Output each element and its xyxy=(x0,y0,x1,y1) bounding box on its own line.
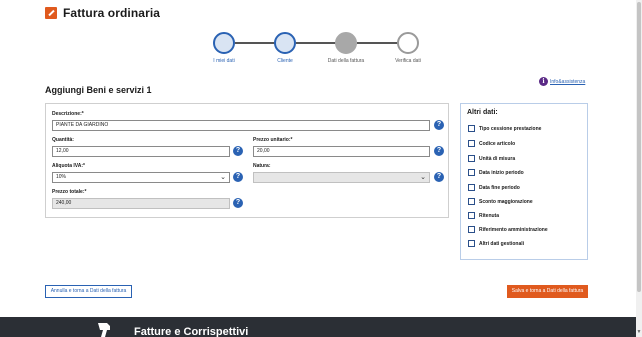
step-label-i-miei-dati[interactable]: I miei dati xyxy=(194,58,254,64)
natura-help-icon[interactable]: ? xyxy=(434,172,444,182)
prezzo-unitario-label: Prezzo unitario:* xyxy=(253,137,293,143)
checkbox[interactable] xyxy=(468,184,475,191)
save-back-button[interactable]: Salva e torna a Dati della fattura xyxy=(507,285,588,298)
step-label-verifica-dati: Verifica dati xyxy=(395,58,421,64)
checkbox[interactable] xyxy=(468,198,475,205)
info-assistenza-label[interactable]: Info&assistenza xyxy=(550,79,585,85)
natura-label: Natura: xyxy=(253,163,271,169)
checkbox[interactable] xyxy=(468,155,475,162)
option-label: Data fine periodo xyxy=(479,184,520,191)
option-label: Sconto maggiorazione xyxy=(479,198,533,205)
checkbox[interactable] xyxy=(468,169,475,176)
step-circle-dati-fattura xyxy=(335,32,357,54)
info-icon: i xyxy=(539,77,548,86)
option-label: Data inizio periodo xyxy=(479,169,524,176)
option-tipo-cessione[interactable]: Tipo cessione prestazione xyxy=(468,125,541,132)
option-label: Unità di misura xyxy=(479,155,516,162)
prezzo-unitario-help-icon[interactable]: ? xyxy=(434,146,444,156)
option-ritenuta[interactable]: Ritenuta xyxy=(468,212,499,219)
option-codice-articolo[interactable]: Codice articolo xyxy=(468,140,515,147)
scrollbar-thumb[interactable] xyxy=(637,2,641,292)
option-altri-dati-gestionali[interactable]: Altri dati gestionali xyxy=(468,240,524,247)
quantita-label: Quantità: xyxy=(52,137,74,143)
checkbox[interactable] xyxy=(468,125,475,132)
checkbox[interactable] xyxy=(468,226,475,233)
aliquota-value: 10% xyxy=(56,174,67,180)
option-unita-misura[interactable]: Unità di misura xyxy=(468,155,515,162)
item-form: Descrizione:* PIANTE DA GIARDINO ? Quant… xyxy=(45,103,449,218)
step-circle-i-miei-dati[interactable] xyxy=(213,32,235,54)
step-circle-verifica-dati xyxy=(397,32,419,54)
descrizione-label: Descrizione:* xyxy=(52,111,84,117)
agenzia-logo-icon xyxy=(98,323,110,337)
option-label: Tipo cessione prestazione xyxy=(479,125,542,132)
descrizione-input[interactable]: PIANTE DA GIARDINO xyxy=(52,120,430,131)
footer: Fatture e Corrispettivi xyxy=(0,317,636,337)
step-label-dati-fattura: Dati della fattura xyxy=(327,58,365,64)
prezzo-totale-label: Prezzo totale:* xyxy=(52,189,87,195)
aliquota-select[interactable]: 10% ⌄ xyxy=(52,172,230,183)
scrollbar[interactable]: ▼ xyxy=(636,0,642,337)
option-label: Riferimento amministrazione xyxy=(479,226,548,233)
stepper-line xyxy=(357,42,398,44)
option-riferimento-amministrazione[interactable]: Riferimento amministrazione xyxy=(468,226,548,233)
step-circle-cliente[interactable] xyxy=(274,32,296,54)
page-title: Fattura ordinaria xyxy=(63,6,161,20)
option-sconto[interactable]: Sconto maggiorazione xyxy=(468,198,533,205)
option-label: Codice articolo xyxy=(479,140,516,147)
checkbox[interactable] xyxy=(468,212,475,219)
quantita-input[interactable]: 12,00 xyxy=(52,146,230,157)
checkbox[interactable] xyxy=(468,140,475,147)
info-assistenza-link[interactable]: i Info&assistenza xyxy=(539,77,585,86)
prezzo-unitario-input[interactable]: 20,00 xyxy=(253,146,430,157)
stepper-line xyxy=(235,42,275,44)
progress-stepper: I miei dati Cliente Dati della fattura V… xyxy=(0,30,642,70)
option-label: Altri dati gestionali xyxy=(479,240,525,247)
step-label-cliente[interactable]: Cliente xyxy=(255,58,315,64)
descrizione-help-icon[interactable]: ? xyxy=(434,120,444,130)
quantita-help-icon[interactable]: ? xyxy=(233,146,243,156)
prezzo-totale-help-icon[interactable]: ? xyxy=(233,198,243,208)
footer-title: Fatture e Corrispettivi xyxy=(134,326,249,337)
option-data-fine[interactable]: Data fine periodo xyxy=(468,184,520,191)
option-label: Ritenuta xyxy=(479,212,499,219)
prezzo-totale-input: 240,00 xyxy=(52,198,230,209)
section-title: Aggiungi Beni e servizi 1 xyxy=(45,85,152,95)
cancel-back-button[interactable]: Annulla e torna a Dati della fattura xyxy=(45,285,132,298)
stepper-line xyxy=(296,42,336,44)
aliquota-help-icon[interactable]: ? xyxy=(233,172,243,182)
natura-select: ⌄ xyxy=(253,172,430,183)
option-data-inizio[interactable]: Data inizio periodo xyxy=(468,169,524,176)
page-header: Fattura ordinaria xyxy=(45,5,160,21)
chevron-down-icon: ⌄ xyxy=(420,174,426,181)
altri-dati-title: Altri dati: xyxy=(467,109,498,116)
edit-icon xyxy=(45,7,57,19)
aliquota-label: Aliquota IVA:* xyxy=(52,163,85,169)
chevron-down-icon: ⌄ xyxy=(220,174,226,181)
checkbox[interactable] xyxy=(468,240,475,247)
scroll-down-icon[interactable]: ▼ xyxy=(636,329,642,335)
altri-dati-panel: Altri dati: Tipo cessione prestazione Co… xyxy=(460,103,588,260)
